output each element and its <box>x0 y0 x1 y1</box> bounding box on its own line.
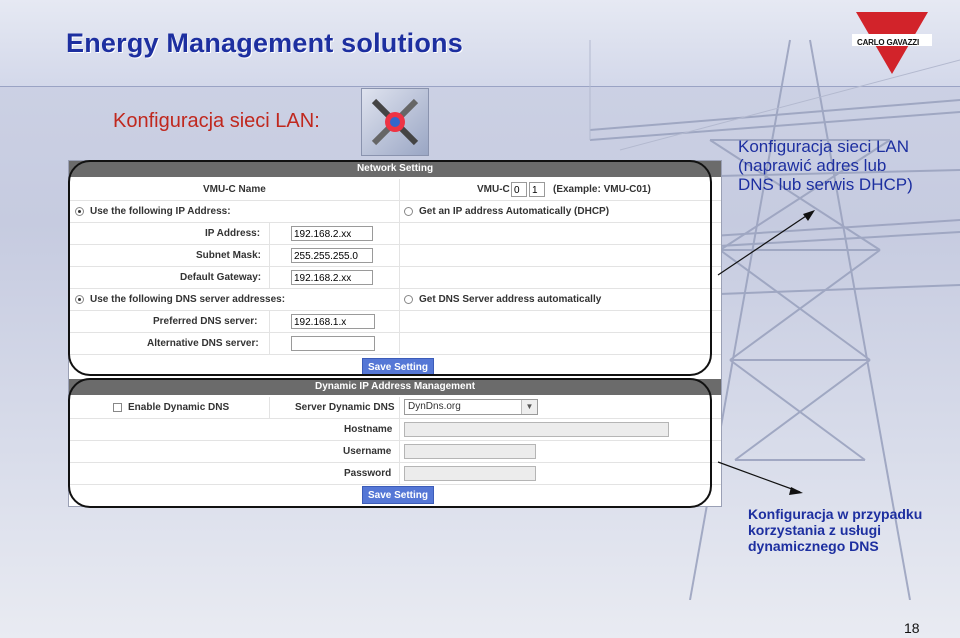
auto-dns-radio[interactable] <box>404 295 413 304</box>
preferred-dns-row: Preferred DNS server: 192.168.1.x <box>69 311 721 333</box>
lan-note-line-1: Konfiguracja sieci LAN <box>738 137 910 156</box>
vmu-name-example: (Example: VMU-C01) <box>553 184 651 195</box>
alternative-dns-row: Alternative DNS server: <box>69 333 721 355</box>
username-input[interactable] <box>404 444 536 459</box>
page-number: 18 <box>904 620 920 636</box>
vmu-name-field-1[interactable]: 0 <box>511 182 527 197</box>
username-label: Username <box>343 446 392 457</box>
dhcp-radio[interactable] <box>404 207 413 216</box>
subnet-mask-input[interactable]: 255.255.255.0 <box>291 248 373 263</box>
dyndns-note-line-3: dynamicznego DNS <box>748 538 879 554</box>
lan-config-note: Konfiguracja sieci LAN (naprawić adres l… <box>738 137 913 194</box>
enable-dyndns-checkbox[interactable] <box>113 403 122 412</box>
gateway-row: Default Gateway: 192.168.2.xx <box>69 267 721 289</box>
server-dyndns-value: DynDns.org <box>408 401 461 412</box>
settings-panel: Network Setting VMU-C Name VMU-C 0 1 (Ex… <box>68 160 722 507</box>
dns-mode-row: Use the following DNS server addresses: … <box>69 289 721 311</box>
use-dns-label: Use the following DNS server addresses: <box>90 294 286 305</box>
vmu-prefix-label: VMU-C <box>477 184 510 195</box>
network-setting-header: Network Setting <box>69 161 721 177</box>
vmu-name-label: VMU-C Name <box>203 184 266 195</box>
lan-note-line-3: DNS lub serwis DHCP) <box>738 175 913 194</box>
password-input[interactable] <box>404 466 536 481</box>
hostname-input[interactable] <box>404 422 669 437</box>
tools-icon <box>361 88 429 156</box>
dyndns-note-line-1: Konfiguracja w przypadku <box>748 506 923 522</box>
dyndns-header: Dynamic IP Address Management <box>69 379 721 395</box>
vmu-name-field-2[interactable]: 1 <box>529 182 545 197</box>
hostname-row: Hostname <box>69 419 721 441</box>
auto-dns-label: Get DNS Server address automatically <box>419 294 602 305</box>
ip-mode-row: Use the following IP Address: Get an IP … <box>69 201 721 223</box>
dyndns-server-row: Enable Dynamic DNS Server Dynamic DNS Dy… <box>69 397 721 419</box>
password-label: Password <box>344 468 392 479</box>
preferred-dns-label: Preferred DNS server: <box>153 316 258 327</box>
hostname-label: Hostname <box>344 424 393 435</box>
server-dyndns-select[interactable]: DynDns.org ▼ <box>404 399 538 415</box>
vmu-name-row: VMU-C Name VMU-C 0 1 (Example: VMU-C01) <box>69 179 721 201</box>
ip-address-row: IP Address: 192.168.2.xx <box>69 223 721 245</box>
dhcp-label: Get an IP address Automatically (DHCP) <box>419 206 610 217</box>
alternative-dns-label: Alternative DNS server: <box>147 338 259 349</box>
ip-address-label: IP Address: <box>205 228 261 239</box>
use-ip-radio[interactable] <box>75 207 84 216</box>
ip-address-input[interactable]: 192.168.2.xx <box>291 226 373 241</box>
gateway-input[interactable]: 192.168.2.xx <box>291 270 373 285</box>
subnet-mask-label: Subnet Mask: <box>196 250 262 261</box>
use-ip-label: Use the following IP Address: <box>90 206 231 217</box>
dyndns-note-line-2: korzystania z usługi <box>748 522 882 538</box>
server-dyndns-label: Server Dynamic DNS <box>295 402 395 413</box>
chevron-down-icon: ▼ <box>521 400 537 414</box>
dyndns-save-button[interactable]: Save Setting <box>362 486 434 504</box>
subnet-mask-row: Subnet Mask: 255.255.255.0 <box>69 245 721 267</box>
use-dns-radio[interactable] <box>75 295 84 304</box>
lan-note-line-2: (naprawić adres lub <box>738 156 887 175</box>
network-save-button[interactable]: Save Setting <box>362 358 434 376</box>
gateway-label: Default Gateway: <box>180 272 262 283</box>
dyndns-note: Konfiguracja w przypadku korzystania z u… <box>748 506 922 554</box>
slide-title: Energy Management solutions <box>66 28 463 58</box>
slide-subtitle: Konfiguracja sieci LAN: <box>113 110 320 132</box>
username-row: Username <box>69 441 721 463</box>
alternative-dns-input[interactable] <box>291 336 375 351</box>
enable-dyndns-label: Enable Dynamic DNS <box>128 402 230 413</box>
password-row: Password <box>69 463 721 485</box>
preferred-dns-input[interactable]: 192.168.1.x <box>291 314 375 329</box>
